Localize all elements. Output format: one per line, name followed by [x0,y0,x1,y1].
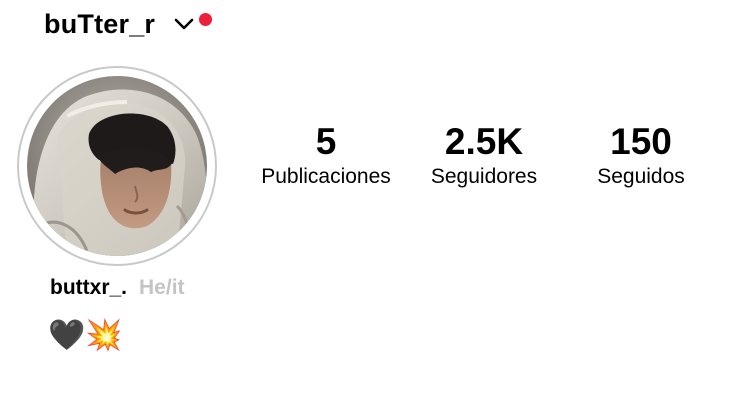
display-name: buttxr_. [50,276,128,299]
profile-header: buTter_r [44,6,213,42]
chevron-down-icon[interactable] [173,13,195,35]
account-username[interactable]: buTter_r [44,9,155,40]
profile-photo-illustration [27,76,207,256]
stat-posts[interactable]: 5 Publicaciones [261,120,391,190]
followers-label: Seguidores [430,165,538,188]
posts-label: Publicaciones [261,165,391,188]
notification-dot [199,12,213,26]
name-row: buttxr_. He/it [50,276,185,300]
following-count: 150 [610,121,672,162]
stat-following[interactable]: 150 Seguidos [597,120,685,190]
stat-followers[interactable]: 2.5K Seguidores [431,120,537,190]
profile-screen: buTter_r 5 Publicaciones 2.5K Seguidores… [0,0,736,401]
followers-count: 2.5K [444,121,524,162]
avatar[interactable] [27,76,207,256]
avatar-ring[interactable] [17,66,217,266]
bio: 🖤💥 [48,318,123,353]
posts-count: 5 [315,121,337,162]
pronouns: He/it [139,276,185,299]
following-label: Seguidos [597,165,685,188]
